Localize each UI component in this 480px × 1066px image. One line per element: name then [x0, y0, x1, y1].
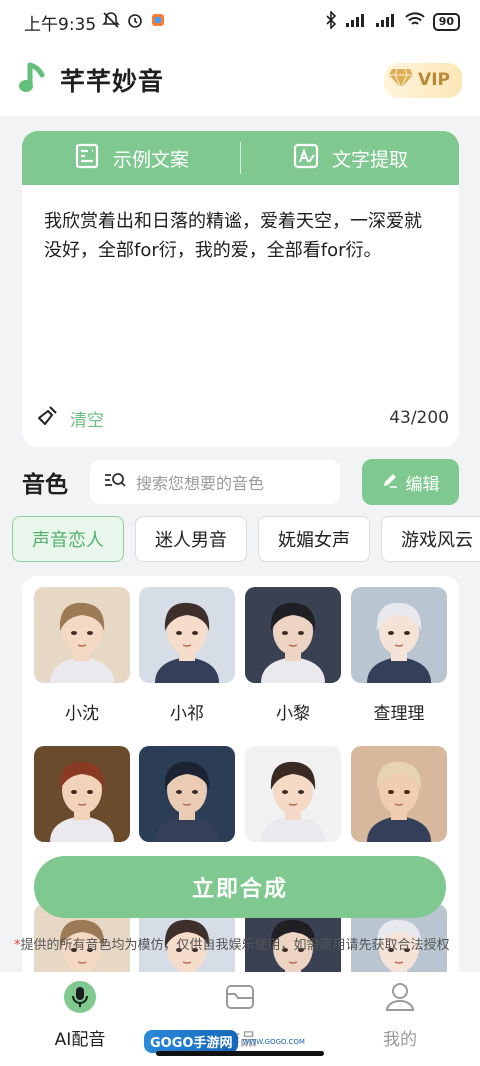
text-card-tabs: 示例文案 文字提取: [22, 131, 459, 185]
clear-label: 清空: [70, 410, 104, 431]
edit-button[interactable]: 编辑: [362, 459, 459, 505]
char-count: 43/200: [389, 408, 449, 428]
watermark-brand: GOGO手游网: [144, 1030, 239, 1053]
folder-icon: [223, 980, 257, 1019]
signal-icon-2: [375, 12, 397, 32]
tab-text-extract-label: 文字提取: [331, 148, 408, 171]
signal-icon: [345, 12, 367, 32]
edit-label: 编辑: [405, 474, 440, 495]
watermark-logo: GOGO手游网 WWW.GOGO.COM: [144, 1030, 305, 1053]
app-header: 芊芊妙音 VIP: [0, 44, 480, 116]
disclaimer-text: 提供的所有音色均为模仿，仅供自我娱乐使用，如需商用请先获取合法授权: [20, 938, 450, 953]
battery-indicator: 90: [432, 13, 460, 31]
search-placeholder: 搜索您想要的音色: [136, 474, 265, 493]
nav-mine[interactable]: 我的: [320, 972, 480, 1066]
voice-category-tabs: 声音恋人 迷人男音 妩媚女声 游戏风云: [12, 516, 480, 562]
voice-avatar[interactable]: [139, 587, 235, 683]
user-icon: [383, 980, 417, 1019]
vip-label: VIP: [418, 70, 450, 90]
voice-name: 小黎: [276, 704, 310, 724]
wifi-icon: [404, 12, 425, 32]
watermark-sub: WWW.GOGO.COM: [242, 1037, 305, 1046]
vip-button[interactable]: VIP: [384, 62, 462, 98]
app-notification-icon: [150, 12, 166, 33]
category-charming-male[interactable]: 迷人男音: [135, 516, 247, 562]
text-input-card: 示例文案 文字提取 我欣赏着出和日落的精谧，爱着天空，一深爱就没好，全部for衍…: [22, 131, 459, 447]
bluetooth-icon: [325, 10, 337, 33]
voice-avatar[interactable]: [245, 587, 341, 683]
broom-icon: [36, 405, 58, 432]
search-icon: [104, 471, 126, 493]
tab-sample-copy[interactable]: 示例文案: [22, 142, 240, 175]
tab-text-extract[interactable]: 文字提取: [241, 142, 459, 175]
tab-sample-copy-label: 示例文案: [112, 148, 189, 171]
clear-button[interactable]: 清空: [36, 405, 104, 432]
voice-avatar[interactable]: [139, 746, 235, 842]
synthesize-button[interactable]: 立即合成: [34, 856, 446, 918]
voice-section-title: 音色: [22, 472, 68, 498]
category-charming-female[interactable]: 妩媚女声: [258, 516, 370, 562]
document-icon: [73, 142, 101, 175]
diamond-icon: [388, 67, 414, 94]
text-extract-icon: [292, 142, 320, 175]
music-note-icon: [18, 61, 48, 99]
voice-avatar[interactable]: [34, 587, 130, 683]
voice-avatar[interactable]: [351, 587, 447, 683]
home-indicator[interactable]: [156, 1051, 324, 1056]
mute-icon: [102, 11, 121, 34]
status-bar: 上午9:35 90: [0, 0, 480, 44]
voice-name: 小祁: [170, 704, 204, 724]
alarm-icon: [126, 11, 144, 34]
voice-avatar[interactable]: [351, 746, 447, 842]
voice-name: 小沈: [65, 704, 99, 724]
disclaimer: *提供的所有音色均为模仿，仅供自我娱乐使用，如需商用请先获取合法授权: [14, 934, 474, 953]
nav-ai-dubbing[interactable]: AI配音: [0, 972, 160, 1066]
voice-search-input[interactable]: 搜索您想要的音色: [90, 460, 340, 504]
nav-mine-label: 我的: [383, 1030, 417, 1050]
voice-avatar[interactable]: [245, 746, 341, 842]
nav-ai-dubbing-label: AI配音: [54, 1030, 106, 1050]
app-title: 芊芊妙音: [60, 67, 165, 96]
text-content-area[interactable]: 我欣赏着出和日落的精谧，爱着天空，一深爱就没好，全部for衍，我的爱，全部看fo…: [22, 185, 459, 395]
voice-avatar[interactable]: [34, 746, 130, 842]
pencil-icon: [382, 472, 398, 493]
microphone-icon: [63, 980, 97, 1019]
voice-name: 查理理: [373, 704, 425, 724]
category-game[interactable]: 游戏风云: [381, 516, 480, 562]
category-voice-lover[interactable]: 声音恋人: [12, 516, 124, 562]
status-time: 上午9:35: [24, 14, 97, 35]
voice-section-header: 音色 搜索您想要的音色 编辑: [22, 459, 459, 505]
